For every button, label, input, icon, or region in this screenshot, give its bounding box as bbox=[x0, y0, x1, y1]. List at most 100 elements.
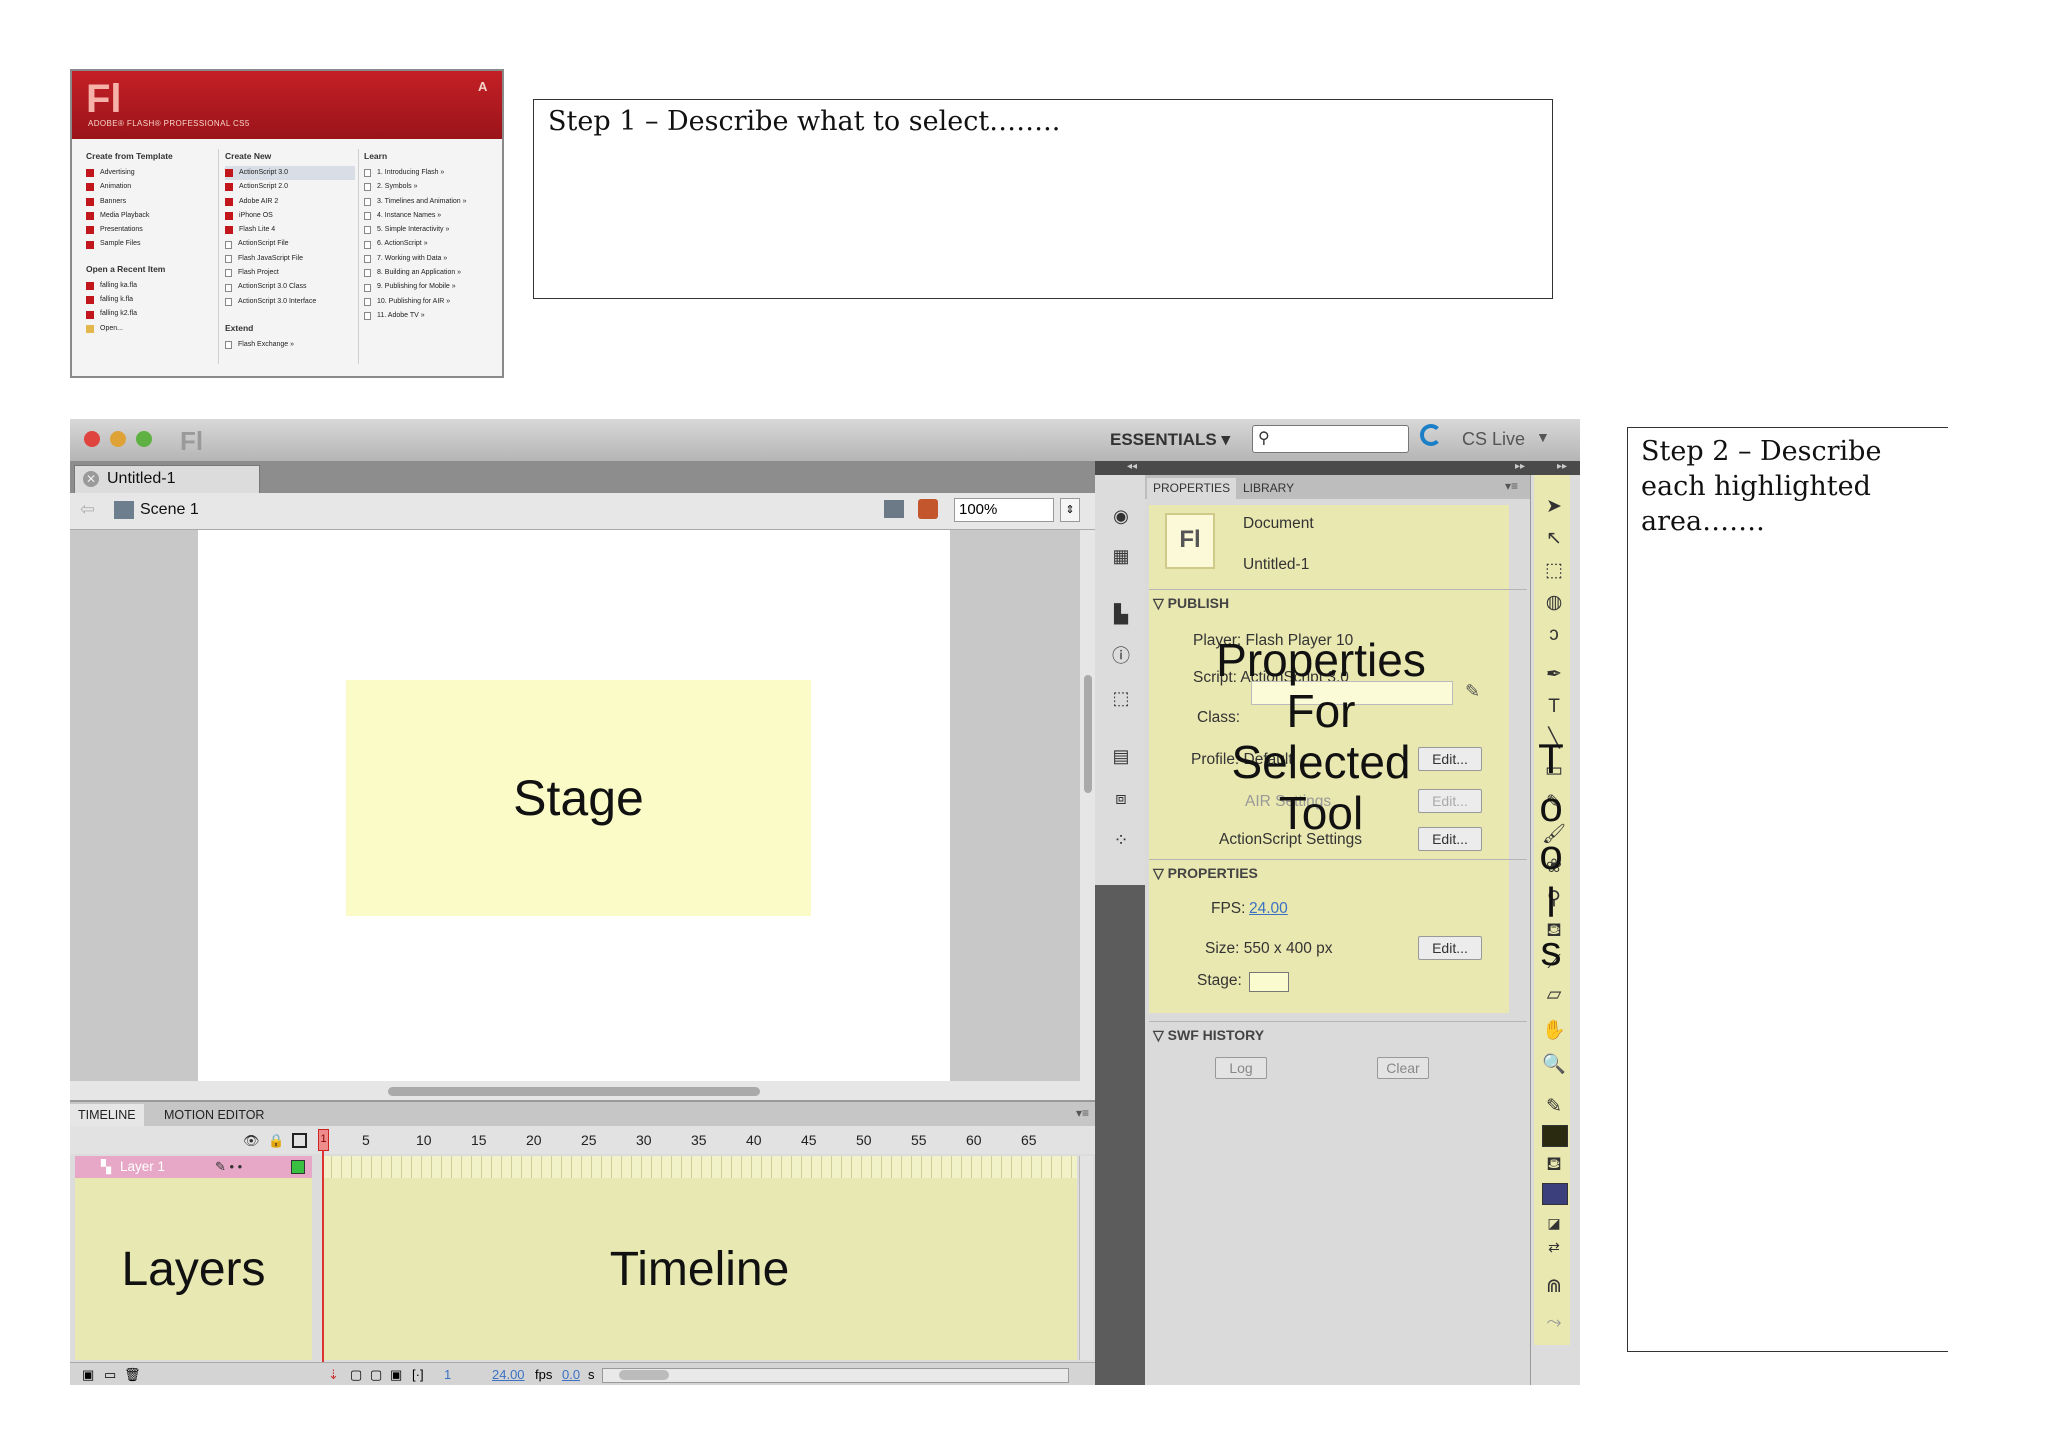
timeline-vertical-scrollbar[interactable] bbox=[1079, 1156, 1093, 1360]
color-panel-icon[interactable]: ◉ bbox=[1110, 505, 1132, 527]
create-new-item[interactable]: Flash JavaScript File bbox=[225, 252, 355, 266]
close-tab-icon[interactable]: ✕ bbox=[83, 471, 99, 487]
learn-item[interactable]: 10. Publishing for AIR » bbox=[364, 295, 499, 309]
subselection-tool-icon[interactable]: ↖ bbox=[1541, 527, 1567, 551]
tab-timeline[interactable]: TIMELINE bbox=[70, 1104, 144, 1126]
selection-tool-icon[interactable]: ➤ bbox=[1541, 495, 1567, 519]
create-new-item[interactable]: iPhone OS bbox=[225, 209, 355, 223]
scroll-thumb[interactable] bbox=[1084, 675, 1092, 793]
dock-collapse-bar[interactable]: ◂◂ ▸▸ ▸▸ bbox=[1095, 461, 1580, 475]
learn-item[interactable]: 4. Instance Names » bbox=[364, 209, 499, 223]
lock-icon[interactable]: 🔒 bbox=[268, 1133, 284, 1149]
pencil-icon[interactable]: ✎ bbox=[1465, 681, 1480, 702]
default-colors-icon[interactable]: ◪ bbox=[1541, 1211, 1567, 1235]
create-new-item[interactable]: ActionScript 3.0 Interface bbox=[225, 295, 355, 309]
flash-exchange-link[interactable]: Flash Exchange » bbox=[225, 338, 355, 352]
free-transform-tool-icon[interactable]: ⬚ bbox=[1541, 559, 1567, 583]
zoom-input[interactable]: 100% bbox=[954, 498, 1054, 522]
eye-icon[interactable]: 👁 bbox=[243, 1133, 260, 1149]
create-new-item[interactable]: Flash Lite 4 bbox=[225, 223, 355, 237]
swatches-panel-icon[interactable]: ▦ bbox=[1110, 545, 1132, 567]
learn-item[interactable]: 5. Simple Interactivity » bbox=[364, 223, 499, 237]
3d-rotation-tool-icon[interactable]: ◍ bbox=[1541, 591, 1567, 615]
edit-symbols-icon[interactable] bbox=[918, 499, 938, 519]
stage-horizontal-scrollbar[interactable] bbox=[70, 1081, 1080, 1100]
document-tab[interactable]: ✕ Untitled-1 bbox=[74, 465, 260, 493]
panel-menu-icon[interactable]: ▾≡ bbox=[1505, 479, 1518, 493]
info-panel-icon[interactable]: ⓘ bbox=[1110, 645, 1132, 667]
outline-icon[interactable] bbox=[292, 1133, 307, 1148]
chevron-down-icon[interactable]: ▼ bbox=[1536, 429, 1550, 445]
learn-item[interactable]: 8. Building an Application » bbox=[364, 266, 499, 280]
fps-value[interactable]: 24.00 bbox=[1249, 900, 1288, 918]
create-new-item[interactable]: Adobe AIR 2 bbox=[225, 195, 355, 209]
learn-item[interactable]: 7. Working with Data » bbox=[364, 252, 499, 266]
learn-item[interactable]: 2. Symbols » bbox=[364, 180, 499, 194]
learn-item[interactable]: 3. Timelines and Animation » bbox=[364, 195, 499, 209]
create-new-item[interactable]: ActionScript 3.0 Class bbox=[225, 280, 355, 294]
onion-outline-icon[interactable]: ▢ bbox=[370, 1367, 382, 1383]
panel-menu-icon[interactable]: ▾≡ bbox=[1076, 1106, 1089, 1120]
learn-item[interactable]: 1. Introducing Flash » bbox=[364, 166, 499, 180]
zoom-stepper[interactable]: ⇕ bbox=[1060, 498, 1080, 522]
swf-history-section-toggle[interactable]: ▽ SWF HISTORY bbox=[1153, 1027, 1264, 1044]
create-new-item[interactable]: ActionScript 3.0 bbox=[225, 166, 355, 181]
minimize-window-button[interactable] bbox=[110, 431, 126, 447]
layer-name[interactable]: Layer 1 bbox=[120, 1159, 165, 1174]
recent-item[interactable]: falling ka.fla bbox=[86, 279, 221, 293]
create-new-item[interactable]: ActionScript 2.0 bbox=[225, 180, 355, 194]
outline-color-swatch[interactable] bbox=[291, 1160, 305, 1174]
current-frame-value[interactable]: 1 bbox=[444, 1367, 451, 1382]
create-new-item[interactable]: Flash Project bbox=[225, 266, 355, 280]
zoom-tool-icon[interactable]: 🔍 bbox=[1541, 1053, 1567, 1077]
motion-presets-icon[interactable]: ⁘ bbox=[1110, 829, 1132, 851]
frame-rate-value[interactable]: 24.00 bbox=[492, 1367, 525, 1382]
template-item[interactable]: Advertising bbox=[86, 166, 221, 180]
learn-item[interactable]: 11. Adobe TV » bbox=[364, 309, 499, 323]
new-folder-icon[interactable]: ▭ bbox=[104, 1367, 116, 1383]
text-tool-icon[interactable]: T bbox=[1541, 695, 1567, 719]
trash-icon[interactable]: 🗑 bbox=[124, 1367, 141, 1383]
open-item[interactable]: Open... bbox=[86, 322, 221, 336]
timeline-horizontal-scrollbar[interactable] bbox=[602, 1368, 1069, 1383]
step-1-box[interactable]: Step 1 – Describe what to select…….. bbox=[533, 99, 1553, 299]
cs-live-icon[interactable] bbox=[1420, 424, 1442, 446]
log-button[interactable]: Log bbox=[1215, 1057, 1267, 1079]
template-item[interactable]: Presentations bbox=[86, 223, 221, 237]
properties-section-toggle[interactable]: ▽ PROPERTIES bbox=[1153, 865, 1258, 882]
recent-item[interactable]: falling k.fla bbox=[86, 293, 221, 307]
lasso-tool-icon[interactable]: ↄ bbox=[1541, 623, 1567, 647]
fill-color-swatch[interactable] bbox=[1542, 1183, 1568, 1205]
frame-cells[interactable] bbox=[322, 1156, 1077, 1178]
snap-to-objects-icon[interactable]: ⋒ bbox=[1541, 1275, 1567, 1299]
center-frame-icon[interactable]: ⇣ bbox=[328, 1367, 339, 1383]
edit-size-button[interactable]: Edit... bbox=[1418, 936, 1482, 960]
edit-multiple-frames-icon[interactable]: ▣ bbox=[390, 1367, 402, 1383]
tab-motion-editor[interactable]: MOTION EDITOR bbox=[156, 1104, 272, 1126]
cs-live-menu[interactable]: CS Live bbox=[1462, 429, 1525, 450]
tab-properties[interactable]: PROPERTIES bbox=[1147, 478, 1237, 499]
help-search-input[interactable]: ⚲ bbox=[1252, 425, 1409, 453]
align-panel-icon[interactable]: ▙ bbox=[1110, 603, 1132, 625]
modify-markers-icon[interactable]: [·] bbox=[412, 1367, 424, 1382]
recent-item[interactable]: falling k2.fla bbox=[86, 307, 221, 321]
edit-scene-icon[interactable] bbox=[884, 500, 904, 518]
transform-panel-icon[interactable]: ⬚ bbox=[1110, 687, 1132, 709]
components-icon[interactable]: ⧈ bbox=[1110, 787, 1132, 809]
zoom-window-button[interactable] bbox=[136, 431, 152, 447]
layer-row[interactable]: ▚ Layer 1 ✎ • • bbox=[75, 1156, 312, 1178]
learn-item[interactable]: 6. ActionScript » bbox=[364, 237, 499, 251]
stroke-color-swatch[interactable] bbox=[1542, 1125, 1568, 1147]
timeline-frames-highlight[interactable]: Timeline bbox=[322, 1156, 1077, 1360]
template-item[interactable]: Media Playback bbox=[86, 209, 221, 223]
stage-color-swatch[interactable] bbox=[1249, 972, 1289, 992]
scroll-thumb[interactable] bbox=[388, 1087, 760, 1096]
stage-canvas[interactable]: Stage bbox=[198, 530, 950, 1090]
hand-tool-icon[interactable]: ✋ bbox=[1541, 1019, 1567, 1043]
close-window-button[interactable] bbox=[84, 431, 100, 447]
workspace-switcher[interactable]: ESSENTIALS ▾ bbox=[1110, 430, 1230, 450]
clear-button[interactable]: Clear bbox=[1377, 1057, 1429, 1079]
playhead[interactable]: 1 bbox=[318, 1129, 329, 1151]
scene-label[interactable]: Scene 1 bbox=[140, 501, 199, 519]
onion-skin-icon[interactable]: ▢ bbox=[350, 1367, 362, 1383]
